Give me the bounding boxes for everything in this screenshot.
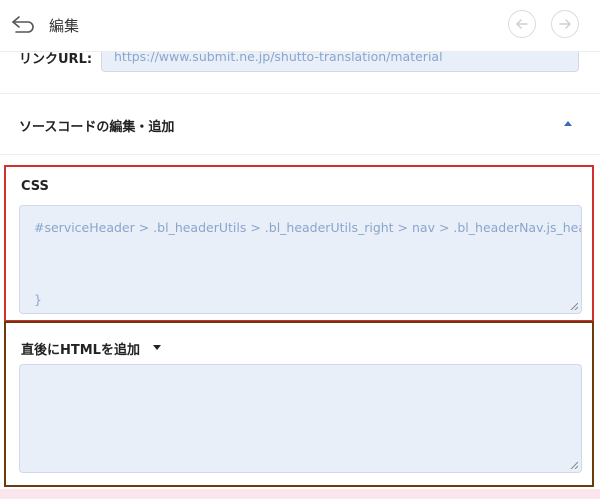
html-after-label: 直後にHTMLを追加 [21,343,140,358]
caret-up-icon[interactable] [564,121,572,126]
source-code-section-toggle[interactable]: ソースコードの編集・追加 [0,95,600,155]
source-code-section-title: ソースコードの編集・追加 [19,120,175,135]
css-editor-panel: CSS #serviceHeader > .bl_headerUtils > .… [4,165,594,322]
html-after-textarea[interactable] [19,364,582,473]
html-after-editor-panel: 直後にHTMLを追加 [4,321,594,487]
previous-button[interactable] [508,10,536,38]
css-code-line: } [34,292,42,307]
return-arrow-icon[interactable] [10,13,36,37]
header-bar: 編集 [0,0,600,52]
css-textarea[interactable]: #serviceHeader > .bl_headerUtils > .bl_h… [19,205,582,314]
edit-page: 編集 リンクURL: https://www.submit.ne.jp/shut… [0,0,600,499]
resize-grip-icon[interactable] [570,461,578,469]
caret-down-icon[interactable] [153,345,161,350]
css-code-line: #serviceHeader > .bl_headerUtils > .bl_h… [34,220,582,235]
css-label: CSS [21,179,49,194]
next-button[interactable] [551,10,579,38]
page-title: 編集 [49,17,80,35]
resize-grip-icon[interactable] [570,302,578,310]
arrow-left-icon [516,19,528,29]
arrow-right-icon [559,19,571,29]
bottom-divider [0,489,600,499]
